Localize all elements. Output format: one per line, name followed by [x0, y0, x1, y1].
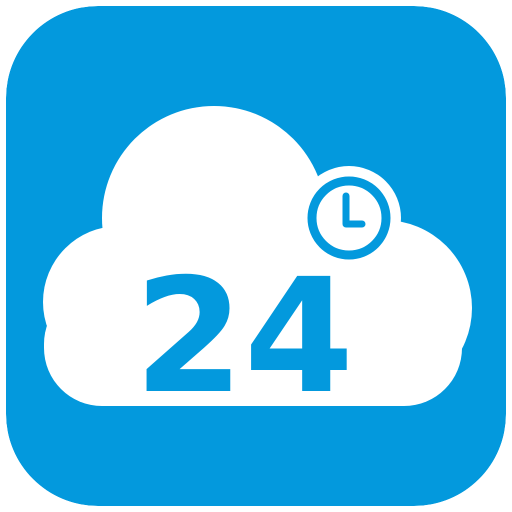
icon-number: 24 — [134, 245, 354, 429]
app-icon-canvas: 24 — [0, 0, 512, 512]
app-icon[interactable]: 24 — [6, 6, 506, 506]
app-icon-graphic: 24 — [6, 6, 506, 506]
